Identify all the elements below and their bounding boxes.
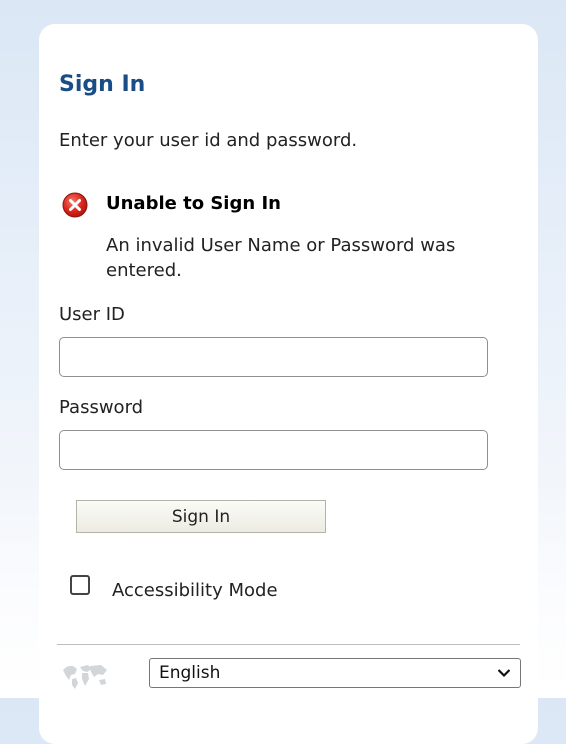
userid-label: User ID bbox=[59, 304, 125, 325]
page-title: Sign In bbox=[59, 72, 146, 97]
signin-card: Sign In Enter your user id and password.… bbox=[39, 24, 538, 744]
signin-instructions: Enter your user id and password. bbox=[59, 130, 358, 151]
password-input[interactable] bbox=[59, 430, 488, 470]
accessibility-mode-checkbox[interactable] bbox=[70, 575, 90, 595]
error-icon bbox=[62, 192, 88, 218]
signin-button[interactable]: Sign In bbox=[76, 500, 326, 533]
language-select[interactable]: English bbox=[149, 658, 521, 688]
error-title: Unable to Sign In bbox=[106, 193, 281, 214]
password-label: Password bbox=[59, 397, 144, 418]
chevron-down-icon bbox=[497, 669, 511, 678]
accessibility-mode-label[interactable]: Accessibility Mode bbox=[112, 580, 278, 601]
divider bbox=[57, 644, 520, 645]
userid-input[interactable] bbox=[59, 337, 488, 377]
error-message: An invalid User Name or Password was ent… bbox=[106, 235, 456, 281]
language-selected-value: English bbox=[159, 663, 221, 683]
globe-map-icon bbox=[63, 665, 107, 689]
